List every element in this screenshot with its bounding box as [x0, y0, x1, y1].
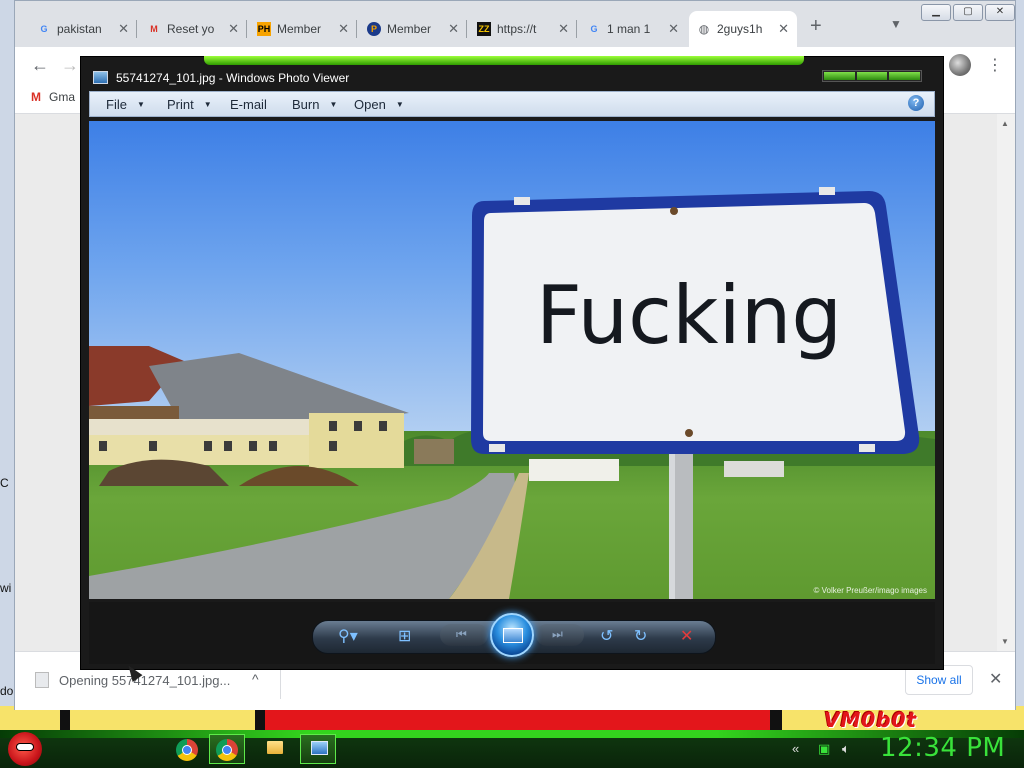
menu-icon[interactable]: ⋮ — [987, 55, 1003, 75]
new-tab-button[interactable]: + — [810, 15, 822, 38]
minimize-icon[interactable]: ▁ — [921, 4, 951, 21]
close-icon[interactable]: ✕ — [558, 21, 569, 37]
window-title: 55741274_101.jpg - Windows Photo Viewer — [116, 71, 350, 85]
chevron-up-icon[interactable]: ^ — [252, 671, 259, 687]
photo-credit: © Volker Preußer/imago images — [813, 586, 928, 595]
caret-icon: ▼ — [395, 100, 404, 109]
zz-icon: ZZ — [477, 22, 491, 36]
ph-round-icon: P — [367, 22, 381, 36]
help-icon[interactable]: ? — [908, 95, 924, 111]
tab-title: Member — [387, 22, 432, 36]
google-icon: G — [590, 24, 598, 34]
maximize-icon[interactable]: ▢ — [953, 4, 983, 21]
tab-7-active[interactable]: ◍ 2guys1h ✕ — [689, 11, 797, 47]
left-fragment-1: C — [0, 476, 9, 490]
tab-title: pakistan — [57, 22, 102, 36]
chrome-running-icon — [216, 739, 238, 761]
photo-scene: Fucking — [89, 187, 935, 599]
rotate-left-icon[interactable]: ↺ — [600, 626, 613, 646]
scroll-down-icon[interactable]: ▼ — [1001, 637, 1009, 646]
google-icon: G — [40, 24, 48, 34]
tab-title: 1 man 1 — [607, 22, 651, 36]
close-icon[interactable]: ✕ — [448, 21, 459, 37]
tab-3[interactable]: PH Member ✕ — [249, 11, 357, 47]
menu-bar — [89, 91, 935, 117]
photo-viewer-icon — [93, 71, 108, 84]
folder-icon[interactable] — [267, 741, 283, 754]
photo: Fucking © Volker Preußer/imago images — [89, 121, 935, 599]
menu-open[interactable]: Open ▼ — [354, 97, 404, 112]
caret-icon: ▼ — [203, 100, 212, 109]
menu-email[interactable]: E-mail — [230, 97, 267, 112]
globe-icon: ◍ — [698, 22, 710, 36]
file-icon — [35, 672, 49, 688]
close-download-bar-icon[interactable]: ✕ — [989, 669, 1002, 689]
close-icon[interactable] — [889, 72, 921, 80]
menu-file[interactable]: File ▼ — [106, 97, 145, 112]
tab-6[interactable]: G 1 man 1 ✕ — [579, 11, 687, 47]
start-button-bird-icon[interactable] — [8, 732, 42, 766]
ph-icon: PH — [257, 22, 271, 36]
tab-title: Member — [277, 22, 322, 36]
tab-4[interactable]: P Member ✕ — [359, 11, 467, 47]
close-icon[interactable]: ✕ — [338, 21, 349, 37]
wallpaper-text: VM0b0t — [824, 708, 918, 732]
gmail-icon: M — [150, 24, 158, 34]
chrome-pinned-icon[interactable] — [176, 739, 198, 761]
actual-size-icon[interactable]: ⊞ — [398, 626, 411, 646]
window-controls-pv[interactable] — [822, 70, 922, 82]
scroll-up-icon[interactable]: ▲ — [1001, 119, 1009, 128]
taskbar-glow — [0, 730, 1024, 738]
tab-title: Reset yo — [167, 22, 215, 36]
menu-burn[interactable]: Burn ▼ — [292, 97, 337, 112]
photo-viewer-taskbar-icon — [311, 741, 328, 755]
tab-5[interactable]: ZZ https://t ✕ — [469, 11, 577, 47]
next-icon: ⏭ — [552, 627, 563, 641]
tab-2[interactable]: M Reset yo ✕ — [139, 11, 247, 47]
close-icon[interactable]: ✕ — [778, 21, 789, 37]
close-icon[interactable]: ✕ — [668, 21, 679, 37]
zoom-icon[interactable]: ⚲▾ — [338, 626, 358, 646]
title-glow — [204, 56, 804, 65]
window-controls: ▁ ▢ ✕ — [921, 4, 1015, 21]
rotate-right-icon[interactable]: ↻ — [634, 626, 647, 646]
tray-arrow-icon[interactable]: « — [792, 741, 799, 756]
maximize-icon[interactable] — [856, 72, 888, 80]
menu-print[interactable]: Print ▼ — [167, 97, 212, 112]
taskbar-clock[interactable]: 12:34 PM — [880, 733, 1005, 763]
caret-icon: ▼ — [329, 100, 338, 109]
previous-icon: ⏮ — [456, 627, 467, 641]
tab-title: 2guys1h — [717, 22, 763, 36]
profile-avatar[interactable] — [949, 54, 971, 76]
delete-icon[interactable]: ✕ — [680, 626, 693, 646]
bookmark-gmail[interactable]: M Gma — [31, 90, 75, 104]
network-icon[interactable]: ▣ — [818, 741, 830, 757]
close-icon[interactable]: ✕ — [118, 21, 129, 37]
close-window-icon[interactable]: ✕ — [985, 4, 1015, 21]
left-fragment-3: do — [0, 684, 14, 698]
close-icon[interactable]: ✕ — [228, 21, 239, 37]
volume-icon[interactable]: 🔈︎ — [842, 741, 850, 757]
tab-search-icon[interactable]: ▼ — [890, 17, 902, 31]
forward-icon[interactable]: → — [61, 55, 79, 76]
minimize-icon[interactable] — [824, 72, 855, 80]
back-icon[interactable]: ← — [31, 55, 49, 76]
gmail-icon: M — [31, 90, 41, 104]
tab-title: https://t — [497, 22, 537, 36]
tab-1[interactable]: G pakistan ✕ — [29, 11, 137, 47]
left-fragment-2: wi — [0, 581, 12, 595]
scrollbar[interactable] — [997, 114, 1015, 651]
caret-icon: ▼ — [136, 100, 145, 109]
slideshow-icon — [503, 628, 523, 643]
bookmark-label: Gma — [49, 90, 76, 104]
sign-text: Fucking — [536, 269, 842, 362]
download-label: Opening 55741274_101.jpg... — [59, 672, 231, 688]
